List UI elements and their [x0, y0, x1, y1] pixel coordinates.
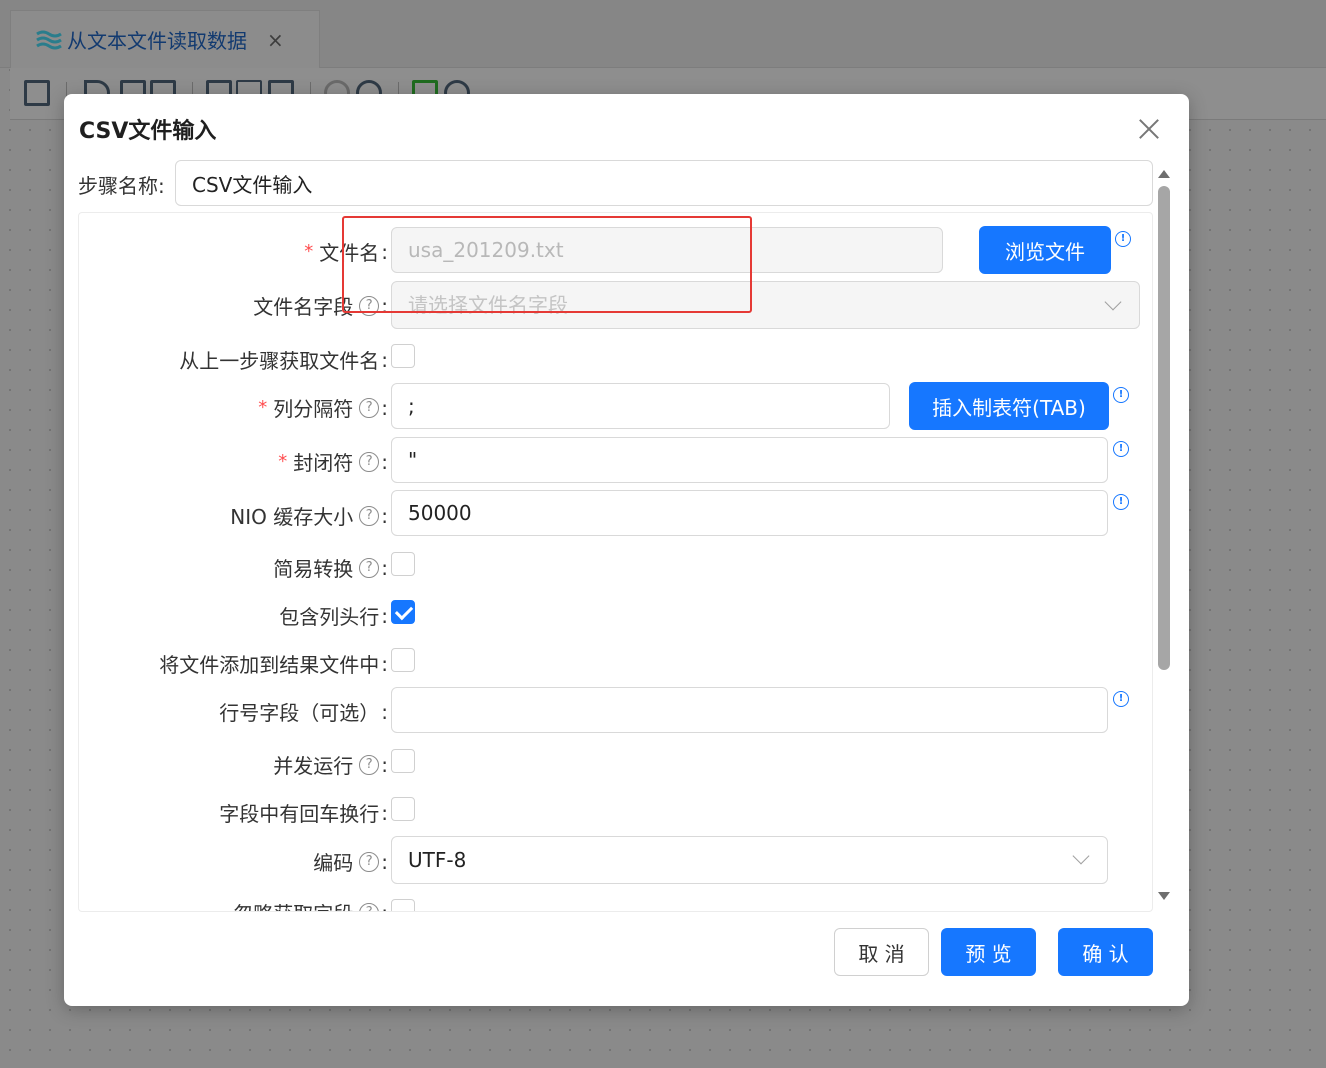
editor-tab[interactable]: 从文本文件读取数据 ×: [10, 10, 320, 68]
csv-input-dialog: CSV文件输入 步骤名称: *文件名: 浏览文件 ! 文件名字段?: 从上一步骤…: [64, 94, 1189, 1006]
info-icon: !: [1113, 494, 1129, 510]
encoding-select[interactable]: [391, 836, 1108, 884]
dialog-title: CSV文件输入: [79, 119, 217, 144]
row-num-field-input[interactable]: [391, 687, 1108, 733]
editor-tab-label: 从文本文件读取数据: [67, 29, 247, 53]
enclosure-label: * 封闭符?:: [278, 449, 388, 476]
newline-in-field-label: 字段中有回车换行:: [219, 800, 388, 827]
info-icon: !: [1113, 441, 1129, 457]
scroll-down-arrow-icon[interactable]: [1158, 892, 1170, 900]
help-icon: ?: [359, 295, 380, 316]
from-prev-step-label: 从上一步骤获取文件名:: [179, 347, 388, 374]
info-icon: !: [1113, 691, 1129, 707]
add-to-result-label: 将文件添加到结果文件中:: [159, 651, 388, 678]
lazy-conversion-checkbox[interactable]: [391, 552, 415, 576]
enclosure-input[interactable]: [391, 437, 1108, 483]
filename-input[interactable]: [391, 227, 943, 273]
info-icon: !: [1115, 231, 1131, 247]
preview-button[interactable]: 预 览: [941, 928, 1036, 976]
scrollbar-thumb[interactable]: [1158, 186, 1170, 670]
delimiter-label: * 列分隔符?:: [258, 395, 388, 422]
confirm-button[interactable]: 确 认: [1058, 928, 1153, 976]
ignore-fields-checkbox[interactable]: [391, 899, 415, 911]
help-icon: ?: [359, 397, 380, 418]
lazy-conversion-label: 简易转换?:: [273, 555, 388, 582]
step-name-label: 步骤名称:: [78, 174, 165, 198]
info-icon: !: [1113, 387, 1129, 403]
browse-file-button[interactable]: 浏览文件: [979, 226, 1111, 274]
close-icon[interactable]: ×: [267, 28, 284, 52]
parallel-checkbox[interactable]: [391, 749, 415, 773]
header-row-checkbox[interactable]: [391, 600, 415, 624]
close-icon[interactable]: [1136, 116, 1162, 142]
parallel-label: 并发运行?:: [273, 752, 388, 779]
scroll-up-arrow-icon[interactable]: [1158, 170, 1170, 178]
help-icon: ?: [359, 451, 380, 472]
nio-buffer-label: NIO 缓存大小?:: [230, 503, 388, 530]
encoding-label: 编码?:: [313, 849, 388, 876]
help-icon: ?: [359, 557, 380, 578]
from-prev-step-checkbox[interactable]: [391, 344, 415, 368]
nio-buffer-input[interactable]: [391, 490, 1108, 536]
save-icon[interactable]: [24, 80, 50, 106]
help-icon: ?: [359, 851, 380, 872]
form-panel: *文件名: 浏览文件 ! 文件名字段?: 从上一步骤获取文件名: *列分隔符?:…: [78, 212, 1153, 912]
row-num-field-label: 行号字段（可选）:: [219, 699, 388, 726]
transformation-icon: [36, 30, 62, 49]
cancel-button[interactable]: 取 消: [834, 928, 929, 976]
help-icon: ?: [359, 505, 380, 526]
ignore-fields-label: 忽略获取字段?:: [233, 898, 388, 911]
insert-tab-button[interactable]: 插入制表符(TAB): [909, 382, 1109, 430]
filename-field-select[interactable]: [391, 281, 1140, 329]
header-row-label: 包含列头行:: [279, 603, 388, 630]
help-icon: ?: [359, 754, 380, 775]
filename-field-label: 文件名字段?:: [253, 293, 388, 320]
add-to-result-checkbox[interactable]: [391, 648, 415, 672]
help-icon: ?: [359, 902, 380, 911]
step-name-input[interactable]: [175, 160, 1153, 206]
newline-in-field-checkbox[interactable]: [391, 797, 415, 821]
delimiter-input[interactable]: [391, 383, 890, 429]
editor-tab-strip: 从文本文件读取数据 ×: [0, 0, 1326, 68]
filename-label: * 文件名:: [304, 239, 388, 266]
